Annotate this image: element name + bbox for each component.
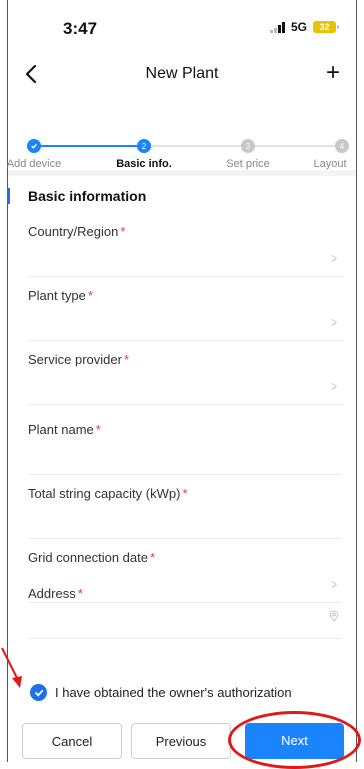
page-title: New Plant <box>145 65 219 82</box>
step-number: 3 <box>245 141 251 151</box>
step-label-layout: Layout <box>313 158 347 170</box>
service-provider-field[interactable]: Service provider * > <box>28 340 342 405</box>
total-string-capacity-field[interactable]: Total string capacity (kWp) * <box>28 474 342 539</box>
checkbox-checked-icon[interactable] <box>30 684 47 701</box>
next-button[interactable]: Next <box>245 723 344 759</box>
network-type: 5G <box>290 20 307 34</box>
phone-frame: 3:47 5G 32 New Plant + 2 3 4 Add device <box>7 0 357 762</box>
field-label: Country/Region * <box>28 224 126 239</box>
location-pin-icon[interactable] <box>328 610 340 622</box>
field-label: Service provider * <box>28 352 129 367</box>
chevron-right-icon: > <box>331 378 337 394</box>
status-time: 3:47 <box>63 19 98 38</box>
section-divider <box>8 170 356 176</box>
step-2-active-icon: 2 <box>137 139 151 153</box>
required-mark: * <box>77 586 83 601</box>
step-connector <box>151 145 241 147</box>
signal-icon <box>269 21 285 33</box>
plant-name-field[interactable]: Plant name * <box>28 410 342 475</box>
progress-stepper: 2 3 4 Add device Basic info. Set price L… <box>7 104 356 170</box>
plus-icon[interactable]: + <box>320 60 346 86</box>
country-region-field[interactable]: Country/Region * > <box>28 212 342 277</box>
field-label: Plant type * <box>28 288 93 303</box>
required-mark: * <box>182 486 188 501</box>
address-field[interactable]: Address * <box>28 574 342 639</box>
field-label: Address * <box>28 586 83 601</box>
required-mark: * <box>149 550 156 565</box>
field-label: Total string capacity (kWp) * <box>28 486 188 501</box>
step-connector <box>255 145 339 147</box>
step-1-done-icon <box>27 139 41 153</box>
step-label-add-device: Add device <box>6 158 62 170</box>
section-title: Basic information <box>28 188 147 204</box>
section-accent-bar <box>7 188 10 204</box>
status-bar: 3:47 5G 32 <box>8 0 356 58</box>
step-connector <box>41 145 137 147</box>
step-number: 2 <box>141 141 147 151</box>
step-label-set-price: Set price <box>226 158 270 170</box>
chevron-right-icon: > <box>331 314 337 330</box>
chevron-right-icon: > <box>331 250 337 266</box>
step-label-basic-info: Basic info. <box>116 158 172 170</box>
previous-button[interactable]: Previous <box>131 723 231 759</box>
required-mark: * <box>120 224 126 239</box>
field-label: Plant name * <box>28 422 101 437</box>
nav-header: New Plant + <box>8 58 356 92</box>
authorization-text: I have obtained the owner's authorizatio… <box>55 685 292 700</box>
required-mark: * <box>123 352 129 367</box>
plant-type-field[interactable]: Plant type * > <box>28 276 342 341</box>
battery-icon: 32 <box>313 21 339 33</box>
step-4-pending-icon: 4 <box>335 139 349 153</box>
required-mark: * <box>87 288 93 303</box>
step-3-pending-icon: 3 <box>241 139 255 153</box>
cancel-button[interactable]: Cancel <box>22 723 122 759</box>
step-number: 4 <box>339 141 345 151</box>
required-mark: * <box>95 422 101 437</box>
status-indicators: 5G 32 <box>269 20 339 34</box>
field-label: Grid connection date * <box>28 550 156 565</box>
authorization-checkbox[interactable]: I have obtained the owner's authorizatio… <box>30 684 292 701</box>
